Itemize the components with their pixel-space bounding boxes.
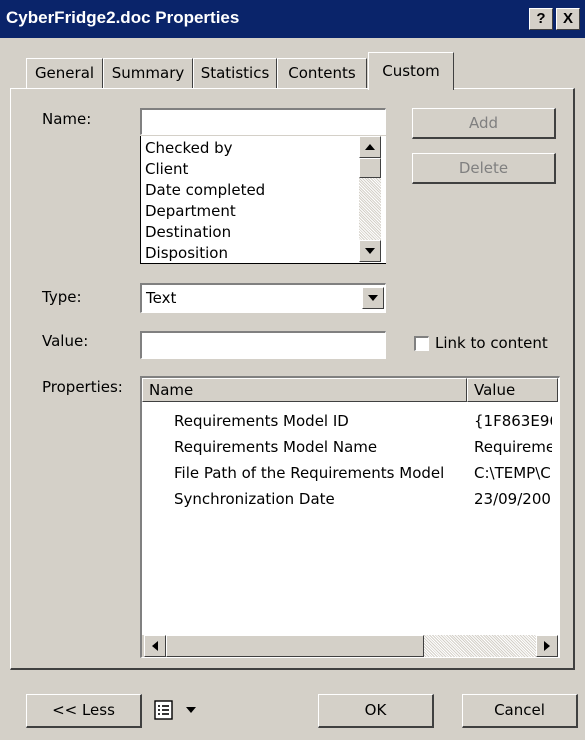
column-header-name[interactable]: Name — [142, 378, 467, 402]
property-name: Requirements Model Name — [174, 438, 378, 456]
scroll-thumb[interactable] — [359, 158, 381, 178]
table-row[interactable]: File Path of the Requirements Model C:\T… — [142, 460, 552, 486]
add-button[interactable]: Add — [412, 108, 556, 139]
list-item[interactable]: Date completed — [145, 179, 265, 201]
scroll-thumb[interactable] — [166, 635, 424, 657]
help-button[interactable]: ? — [529, 8, 553, 30]
scroll-left-icon[interactable] — [144, 635, 166, 657]
value-label: Value: — [42, 332, 89, 350]
property-value: 23/09/200 — [474, 490, 551, 508]
name-label: Name: — [42, 110, 92, 128]
link-to-content-label[interactable]: Link to content — [435, 334, 548, 352]
table-row[interactable]: Synchronization Date 23/09/200 — [142, 486, 552, 512]
list-item[interactable]: Disposition — [145, 242, 228, 264]
chevron-down-icon[interactable] — [362, 287, 384, 309]
tab-summary[interactable]: Summary — [103, 58, 193, 88]
type-select-value: Text — [146, 289, 177, 307]
name-listbox[interactable]: Checked by Client Date completed Departm… — [140, 136, 386, 264]
properties-list[interactable]: Name Value Requirements Model ID {1F863E… — [140, 376, 560, 658]
list-item[interactable]: Client — [145, 158, 188, 180]
property-name: Requirements Model ID — [174, 412, 349, 430]
table-row[interactable]: Requirements Model ID {1F863E96 — [142, 408, 552, 434]
name-input[interactable] — [140, 108, 386, 135]
tab-general[interactable]: General — [26, 58, 103, 88]
properties-label: Properties: — [42, 378, 123, 396]
close-button[interactable]: X — [556, 8, 580, 30]
property-value: C:\TEMP\C — [474, 464, 551, 482]
title-bar[interactable]: CyberFridge2.doc Properties ? X — [0, 0, 585, 38]
tab-contents[interactable]: Contents — [277, 58, 367, 88]
list-item[interactable]: Department — [145, 200, 236, 222]
property-value: {1F863E96 — [474, 412, 552, 430]
link-to-content-checkbox[interactable] — [414, 336, 429, 351]
column-header-value[interactable]: Value — [467, 378, 558, 402]
ok-button[interactable]: OK — [318, 694, 434, 728]
delete-button[interactable]: Delete — [412, 153, 556, 184]
type-select[interactable]: Text — [140, 283, 386, 313]
scroll-track[interactable] — [424, 635, 536, 657]
horizontal-scrollbar[interactable] — [142, 635, 558, 657]
tab-statistics[interactable]: Statistics — [193, 58, 277, 88]
chevron-down-icon[interactable] — [186, 707, 196, 713]
property-name: File Path of the Requirements Model — [174, 464, 445, 482]
scroll-up-icon[interactable] — [359, 136, 381, 158]
window-title: CyberFridge2.doc Properties — [6, 8, 240, 27]
properties-rows: Requirements Model ID {1F863E96 Requirem… — [142, 402, 558, 634]
property-value: Requireme — [474, 438, 552, 456]
properties-view-icon[interactable] — [152, 698, 180, 724]
value-input[interactable] — [140, 331, 386, 359]
table-row[interactable]: Requirements Model Name Requireme — [142, 434, 552, 460]
property-name: Synchronization Date — [174, 490, 335, 508]
list-item[interactable]: Destination — [145, 221, 231, 243]
cancel-button[interactable]: Cancel — [462, 694, 578, 728]
less-button[interactable]: << Less — [26, 694, 142, 728]
scroll-right-icon[interactable] — [536, 635, 558, 657]
type-label: Type: — [42, 288, 82, 306]
scroll-down-icon[interactable] — [359, 240, 381, 262]
tab-custom[interactable]: Custom — [368, 52, 454, 90]
list-item[interactable]: Checked by — [145, 137, 233, 159]
